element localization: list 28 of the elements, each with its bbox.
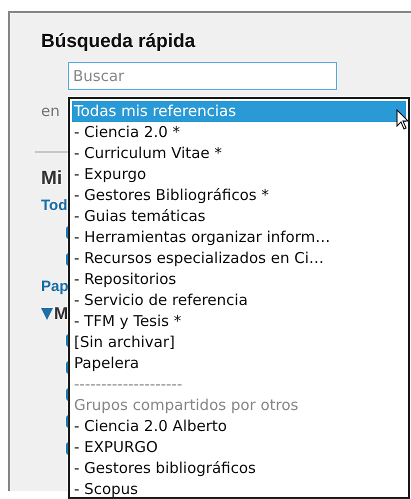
option-separator: --------------------: [73, 374, 184, 395]
dropdown-option[interactable]: [Sin archivar]: [72, 332, 406, 353]
section-heading: Mi: [41, 168, 62, 190]
dropdown-option[interactable]: - Herramientas organizar inform…: [72, 227, 406, 248]
dropdown-option[interactable]: - Recursos especializados en Ci…: [72, 248, 406, 269]
expand-icon[interactable]: [41, 308, 53, 320]
dropdown-list[interactable]: [68, 97, 410, 499]
dropdown-option[interactable]: Papelera: [72, 353, 406, 374]
dropdown-option[interactable]: - Guias temáticas: [72, 206, 406, 227]
dropdown-option[interactable]: - Gestores bibliográficos: [72, 458, 406, 479]
dropdown-option[interactable]: - Curriculum Vitae *: [72, 143, 406, 164]
dropdown-option[interactable]: - Gestores Bibliográficos *: [72, 185, 406, 206]
folder-link[interactable]: Pap: [41, 278, 69, 295]
dropdown-option[interactable]: - Scopus: [72, 479, 406, 497]
cursor-icon: [396, 109, 409, 130]
scope-label: en: [41, 102, 60, 120]
dropdown-option[interactable]: - Servicio de referencia: [72, 290, 406, 311]
group-heading: M: [54, 304, 68, 324]
folder-link[interactable]: Tod: [41, 197, 68, 214]
dropdown-option[interactable]: - Ciencia 2.0 Alberto: [72, 416, 406, 437]
group-header: Grupos compartidos por otros: [73, 395, 300, 416]
dropdown-option[interactable]: - EXPURGO: [72, 437, 406, 458]
dropdown-option[interactable]: - Ciencia 2.0 *: [72, 122, 406, 143]
dropdown-option[interactable]: - TFM y Tesis *: [72, 311, 406, 332]
dropdown-option[interactable]: - Repositorios: [72, 269, 406, 290]
search-field[interactable]: Buscar: [68, 62, 337, 90]
panel-title: Búsqueda rápida: [41, 30, 196, 54]
dropdown-option[interactable]: - Expurgo: [72, 164, 406, 185]
